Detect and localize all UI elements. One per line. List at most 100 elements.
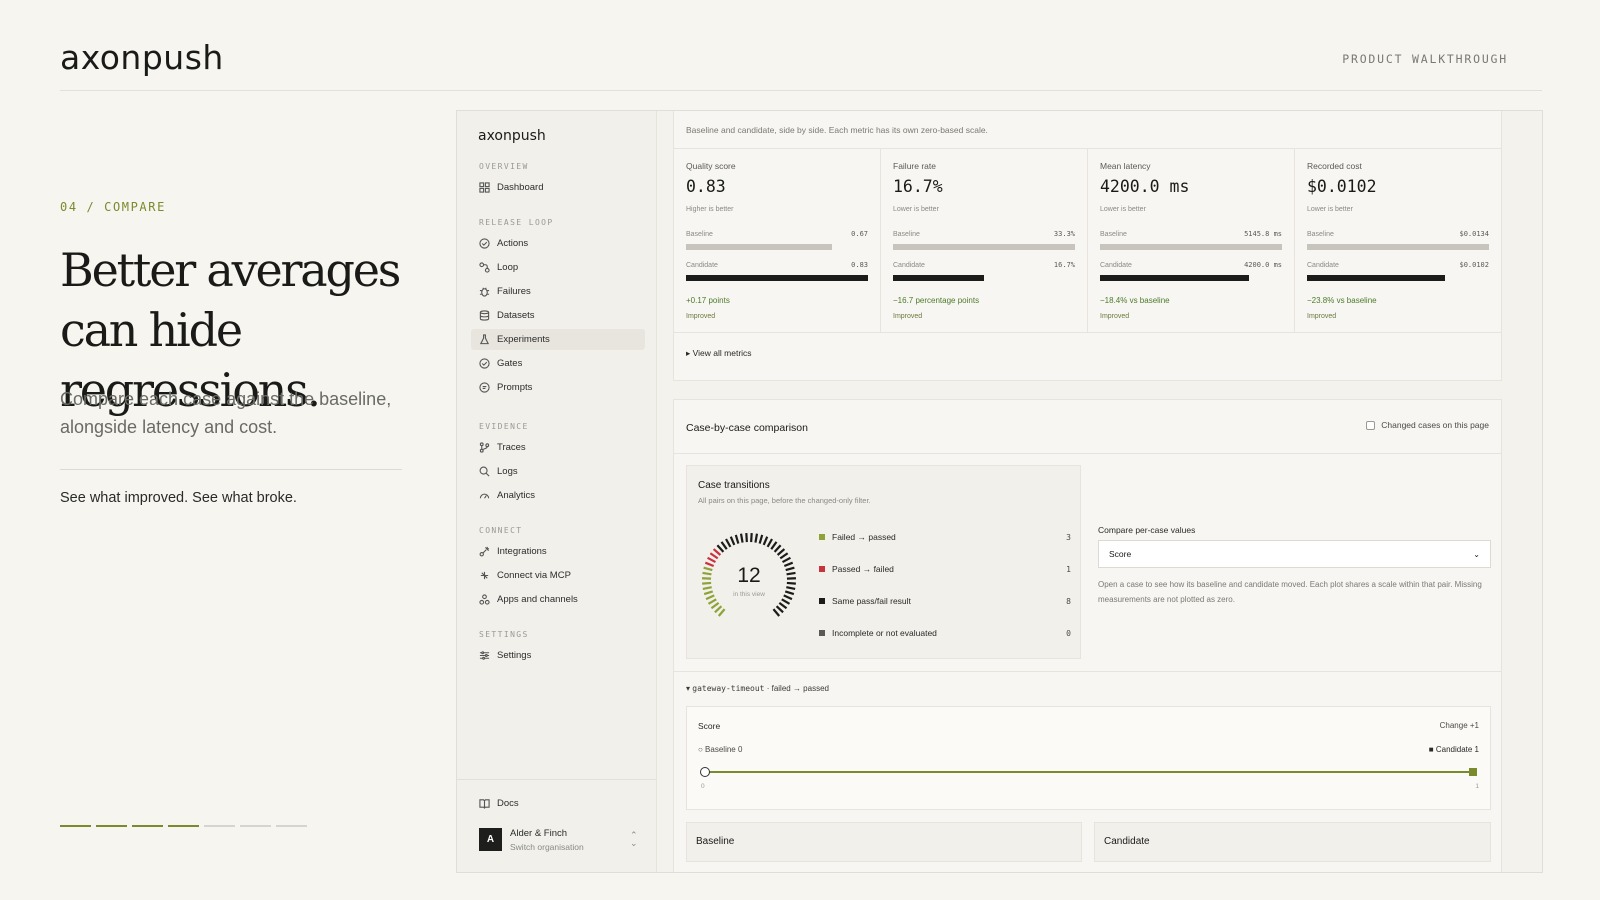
brand-logo: axonpush (60, 38, 224, 77)
gauge-tick (776, 548, 786, 556)
metric-card: Quality score 0.83 Higher is better Baselin… (674, 149, 881, 332)
sidebar-item-loop[interactable]: Loop (471, 257, 645, 278)
metric-candidate-bar (1307, 275, 1446, 281)
sidebar-item-experiments[interactable]: Experiments (471, 329, 645, 350)
metric-candidate-value: $0.0102 (1459, 261, 1489, 269)
flask-icon (479, 334, 490, 345)
view-all-metrics-toggle[interactable]: ▸ View all metrics (686, 348, 752, 359)
walkthrough-progress[interactable] (60, 825, 307, 827)
chevron-up-down-icon[interactable]: ⌃ ⌄ (630, 831, 638, 848)
candidate-detail-title: Candidate (1104, 836, 1150, 847)
sidebar-logo[interactable]: axonpush (478, 128, 546, 144)
gauge-tick (762, 536, 769, 546)
progress-segment[interactable] (240, 825, 271, 827)
compare-values-select[interactable]: Score ⌄ (1098, 540, 1491, 568)
sidebar-item-prompts[interactable]: Prompts (471, 377, 645, 398)
metric-baseline-track (893, 244, 1075, 250)
branch-icon (479, 442, 490, 453)
case-disclosure-toggle[interactable]: ▾ gateway-timeout · failed → passed (686, 684, 829, 693)
score-tick-min: 0 (701, 783, 705, 790)
sidebar-item-gates[interactable]: Gates (471, 353, 645, 374)
legend-swatch (819, 598, 825, 604)
section-eyebrow: 04 / COMPARE (60, 200, 166, 214)
legend-count: 8 (1066, 596, 1071, 606)
compare-values-label: Compare per-case values (1098, 525, 1196, 535)
sidebar-item-failures[interactable]: Failures (471, 281, 645, 302)
sidebar-item-dashboard[interactable]: Dashboard (471, 177, 645, 198)
sliders-icon (479, 650, 490, 661)
progress-segment[interactable] (96, 825, 127, 827)
progress-segment[interactable] (60, 825, 91, 827)
gauge-tick (770, 541, 778, 550)
gauge-tick (709, 552, 719, 560)
main-content: Baseline and candidate, side by side. Ea… (657, 111, 1542, 872)
metric-hint: Lower is better (893, 206, 939, 213)
sidebar-item-datasets[interactable]: Datasets (471, 305, 645, 326)
triangle-right-icon: ▸ (686, 348, 691, 358)
progress-segment[interactable] (204, 825, 235, 827)
score-candidate-point (1469, 768, 1477, 776)
gauge-tick (775, 605, 784, 614)
gauge-tick (750, 533, 753, 543)
metric-baseline-label: Baseline (1100, 231, 1127, 238)
metric-delta: −18.4% vs baseline (1100, 296, 1170, 305)
plug-icon (479, 546, 490, 557)
gauge-tick (712, 548, 722, 556)
sidebar-item-label: Docs (497, 798, 519, 809)
gauge-tick (725, 538, 732, 548)
score-candidate-label: ■ Candidate 1 (1428, 745, 1479, 754)
changed-cases-checkbox[interactable]: Changed cases on this page (1366, 420, 1489, 430)
sidebar-item-apps-channels[interactable]: Apps and channels (471, 589, 645, 610)
gauge-tick (745, 533, 748, 543)
sidebar-item-traces[interactable]: Traces (471, 437, 645, 458)
metric-baseline-value: 33.3% (1053, 230, 1075, 238)
score-tick-max: 1 (1475, 783, 1479, 790)
metric-baseline-label: Baseline (893, 231, 920, 238)
metric-label: Mean latency (1100, 161, 1151, 171)
sidebar-item-connect-mcp[interactable]: Connect via MCP (471, 565, 645, 586)
comparison-title: Case-by-case comparison (686, 422, 808, 434)
sidebar-section-evidence: EVIDENCE (479, 422, 529, 431)
transition-legend-row: Same pass/fail result 8 (819, 596, 1071, 606)
comparison-divider (674, 453, 1501, 454)
legend-count: 3 (1066, 532, 1071, 542)
sidebar-item-label: Prompts (497, 382, 533, 393)
metric-label: Quality score (686, 161, 736, 171)
metric-candidate-track (1100, 275, 1282, 281)
sidebar-item-analytics[interactable]: Analytics (471, 485, 645, 506)
progress-segment[interactable] (132, 825, 163, 827)
sidebar-item-integrations[interactable]: Integrations (471, 541, 645, 562)
metrics-row: Quality score 0.83 Higher is better Baselin… (674, 148, 1501, 333)
gauge-tick (714, 605, 723, 614)
legend-count: 1 (1066, 564, 1071, 574)
metric-candidate-value: 0.83 (851, 261, 868, 269)
loop-icon (479, 262, 490, 273)
progress-segment[interactable] (276, 825, 307, 827)
sidebar-item-logs[interactable]: Logs (471, 461, 645, 482)
sidebar-item-label: Traces (497, 442, 526, 453)
sidebar-item-label: Logs (497, 466, 518, 477)
checkbox-icon[interactable] (1366, 420, 1376, 430)
org-avatar[interactable]: A (479, 828, 502, 851)
metric-value: 16.7% (893, 177, 943, 196)
progress-segment[interactable] (168, 825, 199, 827)
gauge-tick (754, 533, 759, 543)
sidebar-item-settings[interactable]: Settings (471, 645, 645, 666)
metric-baseline-label: Baseline (1307, 231, 1334, 238)
sidebar-section-settings: SETTINGS (479, 630, 529, 639)
org-name[interactable]: Alder & Finch (510, 828, 567, 839)
metrics-panel: Baseline and candidate, side by side. Ea… (673, 111, 1502, 381)
org-switch-label[interactable]: Switch organisation (510, 842, 584, 852)
metric-hint: Lower is better (1307, 206, 1353, 213)
metric-hint: Lower is better (1100, 206, 1146, 213)
sidebar-item-docs[interactable]: Docs (471, 793, 645, 814)
transition-legend-row: Failed → passed 3 (819, 532, 1071, 542)
sidebar-item-actions[interactable]: Actions (471, 233, 645, 254)
gauge-tick (710, 601, 720, 610)
transitions-total: 12 (737, 564, 761, 587)
search-icon (479, 466, 490, 477)
link-icon (479, 570, 490, 581)
gauge-tick (781, 556, 791, 564)
comparison-panel: Case-by-case comparison Changed cases on… (673, 399, 1502, 872)
gauge-tick (729, 536, 736, 546)
